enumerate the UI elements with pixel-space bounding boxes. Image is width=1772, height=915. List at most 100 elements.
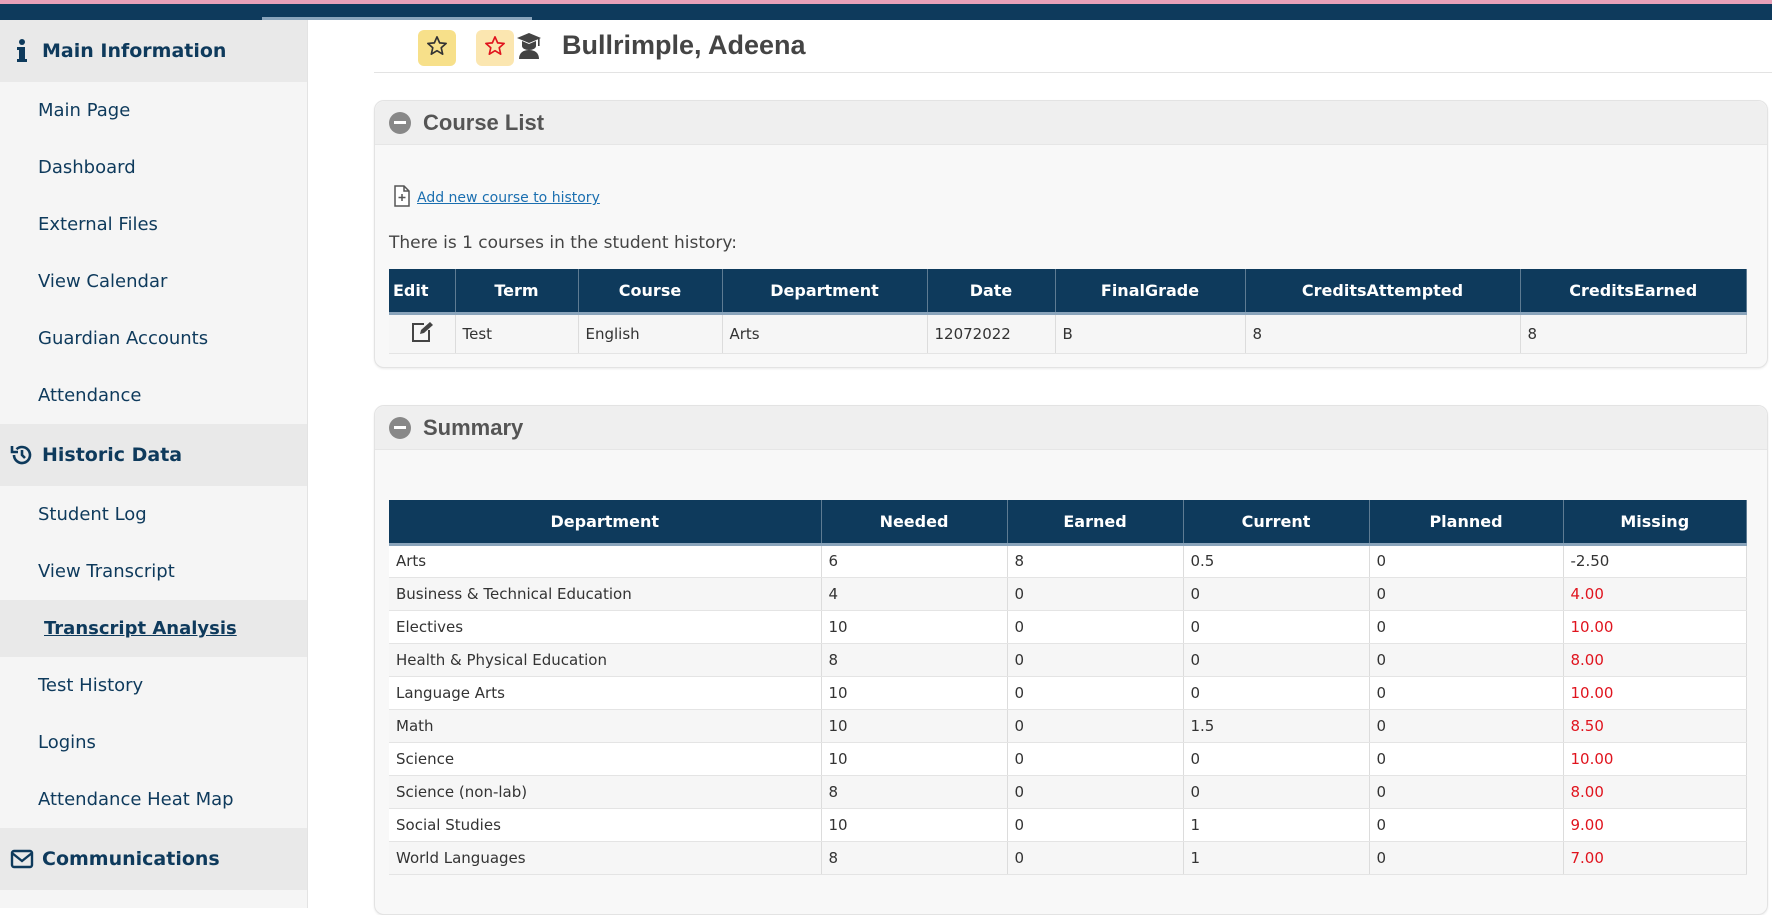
department-cell: Language Arts <box>389 676 822 710</box>
sidebar-section-label: Main Information <box>42 40 227 62</box>
sidebar-item-logins[interactable]: Logins <box>0 714 307 771</box>
flag-student-button[interactable] <box>476 30 514 66</box>
add-file-icon[interactable] <box>393 185 411 211</box>
column-header[interactable]: Course <box>578 269 723 315</box>
needed-cell: 8 <box>821 841 1008 875</box>
column-header[interactable]: Date <box>927 269 1056 315</box>
column-header[interactable]: Planned <box>1369 500 1564 546</box>
department-cell: Arts <box>389 544 822 578</box>
needed-cell: 6 <box>821 544 1008 578</box>
earned-cell: 0 <box>1007 676 1184 710</box>
info-icon <box>8 39 36 63</box>
table-row: Health & Physical Education 8 0 0 0 8.00 <box>389 643 1747 677</box>
column-header[interactable]: Department <box>722 269 928 315</box>
sidebar-section-historic-data[interactable]: Historic Data <box>0 424 307 486</box>
sidebar-section-label: Communications <box>42 848 220 870</box>
table-row: Arts 6 8 0.5 0 -2.50 <box>389 544 1747 578</box>
table-row: World Languages 8 0 1 0 7.00 <box>389 841 1747 875</box>
sidebar-section-main-information[interactable]: Main Information <box>0 20 307 82</box>
sidebar-item-student-log[interactable]: Student Log <box>0 486 307 543</box>
table-row: Electives 10 0 0 0 10.00 <box>389 610 1747 644</box>
sidebar-item-view-transcript[interactable]: View Transcript <box>0 543 307 600</box>
sidebar-item-view-calendar[interactable]: View Calendar <box>0 253 307 310</box>
star-red-icon <box>484 35 506 61</box>
credits-earned-cell: 8 <box>1520 313 1747 354</box>
column-header[interactable]: Department <box>389 500 822 546</box>
planned-cell: 0 <box>1369 775 1564 809</box>
course-list-header[interactable]: Course List <box>375 101 1767 145</box>
column-header[interactable]: Earned <box>1007 500 1184 546</box>
missing-cell: 8.00 <box>1563 775 1747 809</box>
table-row: Social Studies 10 0 1 0 9.00 <box>389 808 1747 842</box>
needed-cell: 10 <box>821 742 1008 776</box>
sidebar-item-attendance-heat-map[interactable]: Attendance Heat Map <box>0 771 307 828</box>
favorite-button[interactable] <box>418 30 456 66</box>
column-header[interactable]: CreditsAttempted <box>1245 269 1521 315</box>
sidebar-item-dashboard[interactable]: Dashboard <box>0 139 307 196</box>
department-cell: Arts <box>722 313 928 354</box>
planned-cell: 0 <box>1369 643 1564 677</box>
current-cell: 0 <box>1183 643 1370 677</box>
summary-header[interactable]: Summary <box>375 406 1767 450</box>
needed-cell: 10 <box>821 676 1008 710</box>
final-grade-cell: B <box>1055 313 1246 354</box>
department-cell: Math <box>389 709 822 743</box>
sidebar-item-transcript-analysis[interactable]: Transcript Analysis <box>0 600 307 657</box>
planned-cell: 0 <box>1369 610 1564 644</box>
earned-cell: 0 <box>1007 643 1184 677</box>
planned-cell: 0 <box>1369 676 1564 710</box>
department-cell: World Languages <box>389 841 822 875</box>
sidebar-section-label: Historic Data <box>42 444 183 466</box>
table-row: Math 10 0 1.5 0 8.50 <box>389 709 1747 743</box>
current-cell: 0 <box>1183 676 1370 710</box>
course-list-panel: Course List Add new course to history Th… <box>374 100 1768 368</box>
current-cell: 0 <box>1183 577 1370 611</box>
missing-cell: 9.00 <box>1563 808 1747 842</box>
needed-cell: 8 <box>821 643 1008 677</box>
collapse-icon[interactable] <box>389 111 411 134</box>
date-cell: 12072022 <box>927 313 1056 354</box>
summary-table: Department Needed Earned Current Planned… <box>389 500 1747 875</box>
summary-panel: Summary Department Needed Earned Current… <box>374 405 1768 915</box>
missing-cell: 10.00 <box>1563 676 1747 710</box>
sidebar-section-communications[interactable]: Communications <box>0 828 307 890</box>
column-header[interactable]: CreditsEarned <box>1520 269 1747 315</box>
column-header[interactable]: FinalGrade <box>1055 269 1246 315</box>
needed-cell: 8 <box>821 775 1008 809</box>
edit-cell <box>389 313 456 354</box>
top-bar <box>0 0 1772 20</box>
current-cell: 0 <box>1183 610 1370 644</box>
column-header[interactable]: Term <box>455 269 579 315</box>
planned-cell: 0 <box>1369 577 1564 611</box>
student-graduate-icon <box>516 32 542 64</box>
column-header[interactable]: Current <box>1183 500 1370 546</box>
current-cell: 1 <box>1183 808 1370 842</box>
planned-cell: 0 <box>1369 808 1564 842</box>
needed-cell: 10 <box>821 610 1008 644</box>
sidebar-item-attendance[interactable]: Attendance <box>0 367 307 424</box>
department-cell: Electives <box>389 610 822 644</box>
sidebar-item-main-page[interactable]: Main Page <box>0 82 307 139</box>
add-course-link[interactable]: Add new course to history <box>417 190 600 206</box>
table-header-row: Department Needed Earned Current Planned… <box>389 500 1747 546</box>
missing-cell: 4.00 <box>1563 577 1747 611</box>
current-cell: 1.5 <box>1183 709 1370 743</box>
column-header[interactable]: Missing <box>1563 500 1747 546</box>
collapse-icon[interactable] <box>389 416 411 439</box>
student-name: Bullrimple, Adeena <box>562 30 806 60</box>
sidebar-item-test-history[interactable]: Test History <box>0 657 307 714</box>
missing-cell: 10.00 <box>1563 742 1747 776</box>
table-row: Science (non-lab) 8 0 0 0 8.00 <box>389 775 1747 809</box>
panel-title: Course List <box>423 109 545 135</box>
current-cell: 1 <box>1183 841 1370 875</box>
earned-cell: 0 <box>1007 709 1184 743</box>
edit-icon[interactable] <box>410 321 434 347</box>
department-cell: Business & Technical Education <box>389 577 822 611</box>
column-header[interactable]: Needed <box>821 500 1008 546</box>
sidebar-item-external-files[interactable]: External Files <box>0 196 307 253</box>
earned-cell: 0 <box>1007 775 1184 809</box>
table-row: Science 10 0 0 0 10.00 <box>389 742 1747 776</box>
missing-cell: -2.50 <box>1563 544 1747 578</box>
needed-cell: 4 <box>821 577 1008 611</box>
sidebar-item-guardian-accounts[interactable]: Guardian Accounts <box>0 310 307 367</box>
